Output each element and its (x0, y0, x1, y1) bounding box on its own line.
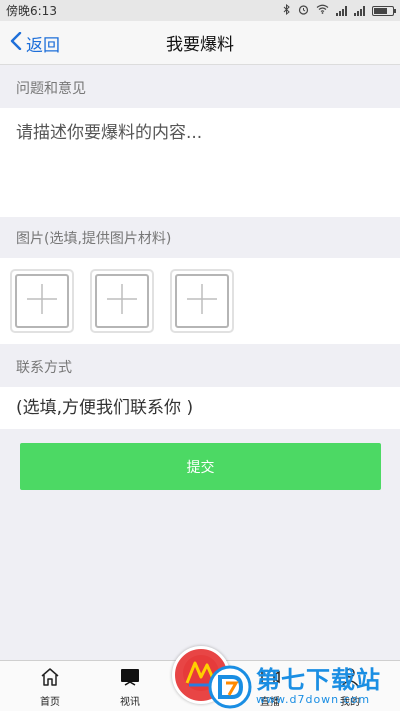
back-button[interactable]: 返回 (10, 21, 60, 65)
chevron-left-icon (10, 31, 22, 55)
contact-section-label: 联系方式 (16, 360, 72, 376)
status-bar: 傍晚6:13 (0, 0, 400, 21)
add-photo-button-1[interactable] (10, 269, 74, 333)
contact-input[interactable] (0, 387, 400, 429)
battery-icon (372, 5, 396, 16)
home-icon (39, 666, 61, 693)
watermark: 第七下载站 www.d7down.com (208, 662, 400, 711)
tab-video[interactable]: 视讯 (100, 661, 160, 711)
add-photo-button-2[interactable] (90, 269, 154, 333)
page-title: 我要爆料 (166, 35, 234, 55)
watermark-url: www.d7down.com (256, 693, 371, 706)
feedback-section-label: 问题和意见 (16, 81, 86, 97)
add-photo-button-3[interactable] (170, 269, 234, 333)
tab-home[interactable]: 首页 (20, 661, 80, 711)
tab-label: 视讯 (120, 696, 140, 708)
alarm-icon (298, 4, 309, 18)
plus-icon (24, 281, 60, 321)
signal-icon (336, 5, 347, 16)
plus-icon (104, 281, 140, 321)
plus-icon (184, 281, 220, 321)
nav-header: 返回 我要爆料 (0, 21, 400, 65)
photos-section-label: 图片(选填,提供图片材料) (16, 231, 172, 247)
status-time: 傍晚6:13 (6, 4, 57, 18)
feedback-textarea[interactable] (0, 108, 400, 217)
d7-logo-icon (208, 665, 252, 709)
back-label: 返回 (26, 35, 60, 56)
watermark-name: 第七下载站 (256, 666, 381, 694)
tab-label: 首页 (40, 696, 60, 708)
wifi-icon (316, 4, 329, 17)
bluetooth-icon (283, 3, 291, 18)
submit-button[interactable]: 提交 (20, 443, 381, 490)
signal-icon-2 (354, 5, 365, 16)
tv-icon (119, 666, 141, 693)
status-icons (283, 3, 396, 18)
photo-upload-panel (0, 258, 400, 344)
